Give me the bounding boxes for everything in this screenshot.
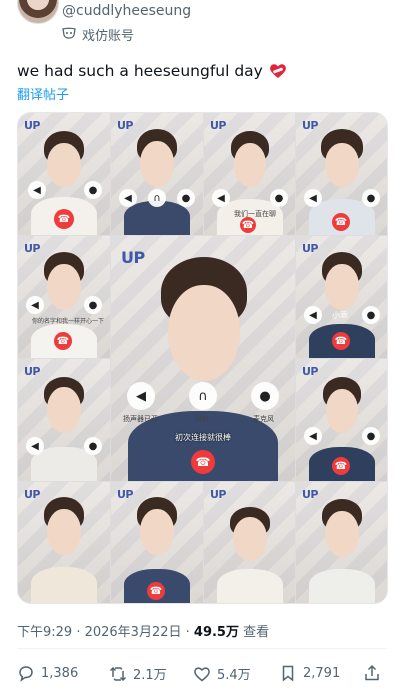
retweet-icon (109, 666, 127, 681)
subtitle-caption: 你的名字和我一样开心一下 (32, 318, 105, 325)
video-call-tile[interactable]: UP (296, 482, 387, 603)
video-call-tile[interactable]: UP (204, 482, 295, 603)
mic-icon[interactable]: ● (362, 306, 380, 324)
speaker-icon[interactable]: ◀ (26, 296, 44, 314)
hangup-icon[interactable]: ☎ (54, 332, 72, 350)
speaker-icon[interactable]: ◀ (127, 382, 155, 410)
speaker-label: 扬声器已开 (123, 415, 158, 423)
headphones-label: 耳机 (195, 415, 209, 423)
bookmark-button[interactable]: 2,791 (279, 664, 340, 682)
tweet-actions: 1,386 2.1万 5.4万 2,791 (17, 664, 387, 688)
mic-icon[interactable]: ● (177, 189, 195, 207)
video-call-tile[interactable]: UP ◀ ∩ ● (111, 113, 203, 235)
views-label: 查看 (243, 625, 270, 640)
share-button[interactable] (363, 664, 381, 682)
mic-icon[interactable]: ● (270, 189, 288, 207)
subtitle-caption: 小乖 (332, 311, 348, 320)
tweet-header: @cuddlyheeseung 戏仿账号 (0, 0, 403, 44)
media-collage[interactable]: UP ◀ ● ☎ UP ◀ ∩ ● UP ◀ ● 我们一直在聊 ☎ UP ◀ ●… (17, 112, 388, 604)
speaker-icon[interactable]: ◀ (26, 437, 44, 455)
speaker-icon[interactable]: ◀ (304, 189, 322, 207)
views-count: 49.5万 (193, 625, 239, 640)
headphones-icon[interactable]: ∩ (189, 382, 217, 410)
speaker-icon[interactable]: ◀ (304, 306, 322, 324)
subtitle-caption: 初次连接就很棒 (175, 433, 231, 442)
mic-icon[interactable]: ● (251, 382, 279, 410)
video-call-tile[interactable]: UP ◀ ● ☎ (296, 359, 387, 481)
mic-icon[interactable]: ● (362, 189, 380, 207)
reply-count: 1,386 (41, 665, 79, 681)
mic-label: 麦克风 (253, 415, 274, 423)
video-call-tile[interactable]: UP ◀ ● 你的名字和我一样开心一下 ☎ (18, 236, 110, 358)
avatar[interactable] (17, 0, 59, 24)
speaker-icon[interactable]: ◀ (28, 181, 46, 199)
like-heart-icon (194, 666, 210, 681)
parody-label: 戏仿账号 (82, 28, 135, 44)
video-call-tile[interactable]: UP ◀ ● ☎ (18, 113, 110, 235)
mask-icon (62, 27, 76, 39)
subtitle-caption: 我们一直在聊 (234, 210, 276, 218)
hangup-icon[interactable]: ☎ (54, 209, 74, 229)
mic-icon[interactable]: ● (84, 437, 102, 455)
divider (17, 648, 386, 649)
video-call-tile[interactable]: UP ◀ ● 我们一直在聊 ☎ (204, 113, 295, 235)
speaker-icon[interactable]: ◀ (212, 189, 230, 207)
speaker-icon[interactable]: ◀ (119, 189, 137, 207)
author-handle[interactable]: @cuddlyheeseung (62, 3, 191, 19)
hangup-icon[interactable]: ☎ (240, 217, 256, 233)
tweet-text: we had such a heeseungful day (17, 62, 263, 80)
reply-button[interactable]: 1,386 (17, 664, 78, 682)
parody-badge: 戏仿账号 (62, 25, 135, 44)
headphones-icon[interactable]: ∩ (148, 189, 166, 207)
hangup-icon[interactable]: ☎ (191, 450, 215, 474)
video-call-tile[interactable]: UP ☎ (111, 482, 203, 603)
like-button[interactable]: 5.4万 (193, 664, 251, 683)
translate-link[interactable]: 翻译帖子 (17, 84, 69, 103)
hangup-icon[interactable]: ☎ (332, 457, 350, 475)
hangup-icon[interactable]: ☎ (147, 582, 165, 600)
video-call-tile-large[interactable]: UP ◀ 扬声器已开 ∩ 耳机 ● 麦克风 初次连接就很棒 ☎ (111, 236, 295, 481)
share-icon (365, 664, 379, 681)
video-call-tile[interactable]: UP ◀ ● ☎ (296, 113, 387, 235)
mic-icon[interactable]: ● (84, 296, 102, 314)
bookmark-icon (282, 665, 294, 682)
speaker-icon[interactable]: ◀ (304, 427, 322, 445)
mic-icon[interactable]: ● (84, 181, 102, 199)
heart-bandage-icon (269, 64, 286, 78)
hangup-icon[interactable]: ☎ (332, 213, 350, 231)
like-count: 5.4万 (217, 668, 251, 683)
tweet-text-row: we had such a heeseungful day (17, 62, 287, 80)
video-call-tile[interactable]: UP ◀ 小乖 ● ☎ (296, 236, 387, 358)
video-call-tile[interactable]: UP (18, 482, 110, 603)
mic-icon[interactable]: ● (362, 427, 380, 445)
bookmark-count: 2,791 (303, 665, 341, 681)
timestamp-text: 下午9:29 · 2026年3月22日 · (17, 625, 190, 640)
retweet-count: 2.1万 (133, 668, 167, 683)
video-call-tile[interactable]: UP ◀ ● (18, 359, 110, 481)
retweet-button[interactable]: 2.1万 (109, 664, 167, 683)
reply-icon (19, 666, 33, 682)
hangup-icon[interactable]: ☎ (332, 332, 350, 350)
tweet-timestamp[interactable]: 下午9:29 · 2026年3月22日 · 49.5万 查看 (17, 621, 269, 640)
